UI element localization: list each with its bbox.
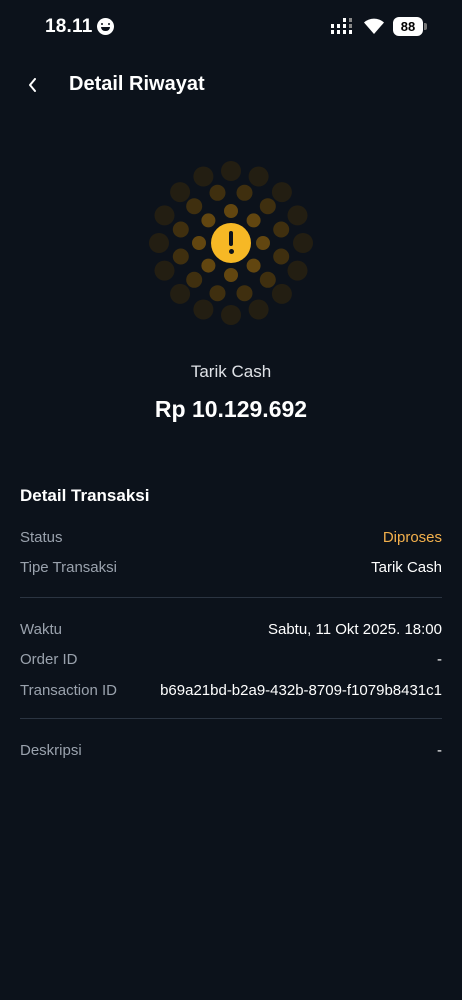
detail-row-time: Waktu Sabtu, 11 Okt 2025. 18:00: [20, 621, 442, 643]
detail-row-status: Status Diproses: [20, 529, 442, 551]
detail-label: Status: [20, 529, 63, 546]
detail-row-order-id: Order ID -: [20, 651, 442, 673]
detail-value: Tarik Cash: [371, 559, 442, 576]
wifi-icon: [364, 18, 384, 34]
divider: [20, 597, 442, 598]
status-badge: Diproses: [382, 529, 442, 546]
back-button[interactable]: [20, 70, 50, 100]
detail-row-type: Tipe Transaksi Tarik Cash: [20, 559, 442, 581]
divider: [20, 718, 442, 719]
detail-value: Sabtu, 11 Okt 2025. 18:00: [267, 621, 442, 638]
battery-level: 88: [393, 17, 423, 36]
warning-icon: [211, 223, 251, 263]
detail-value: -: [437, 651, 442, 668]
signal-icon: [331, 18, 352, 34]
detail-label: Order ID: [20, 651, 78, 668]
detail-row-transaction-id: Transaction ID b69a21bd-b2a9-432b-8709-f…: [20, 682, 442, 704]
detail-label: Tipe Transaksi: [20, 559, 117, 576]
status-bar: 18.11 88: [0, 0, 462, 56]
battery-icon: 88: [393, 17, 427, 36]
chevron-left-icon: [29, 78, 36, 92]
detail-label: Deskripsi: [20, 742, 82, 759]
detail-value: -: [437, 742, 442, 759]
detail-label: Waktu: [20, 621, 62, 638]
battery-tip: [424, 23, 427, 30]
emoji-icon: [97, 18, 114, 35]
transaction-type: Tarik Cash: [190, 362, 272, 381]
page-title: Detail Riwayat: [69, 73, 205, 95]
transaction-amount: Rp 10.129.692: [154, 396, 308, 422]
detail-row-description: Deskripsi -: [20, 742, 442, 764]
transaction-id-value[interactable]: b69a21bd-b2a9-432b-8709-f1079b8431c1: [160, 682, 442, 699]
detail-label: Transaction ID: [20, 682, 117, 699]
status-time: 18.11: [45, 16, 93, 37]
section-title: Detail Transaksi: [20, 486, 150, 505]
